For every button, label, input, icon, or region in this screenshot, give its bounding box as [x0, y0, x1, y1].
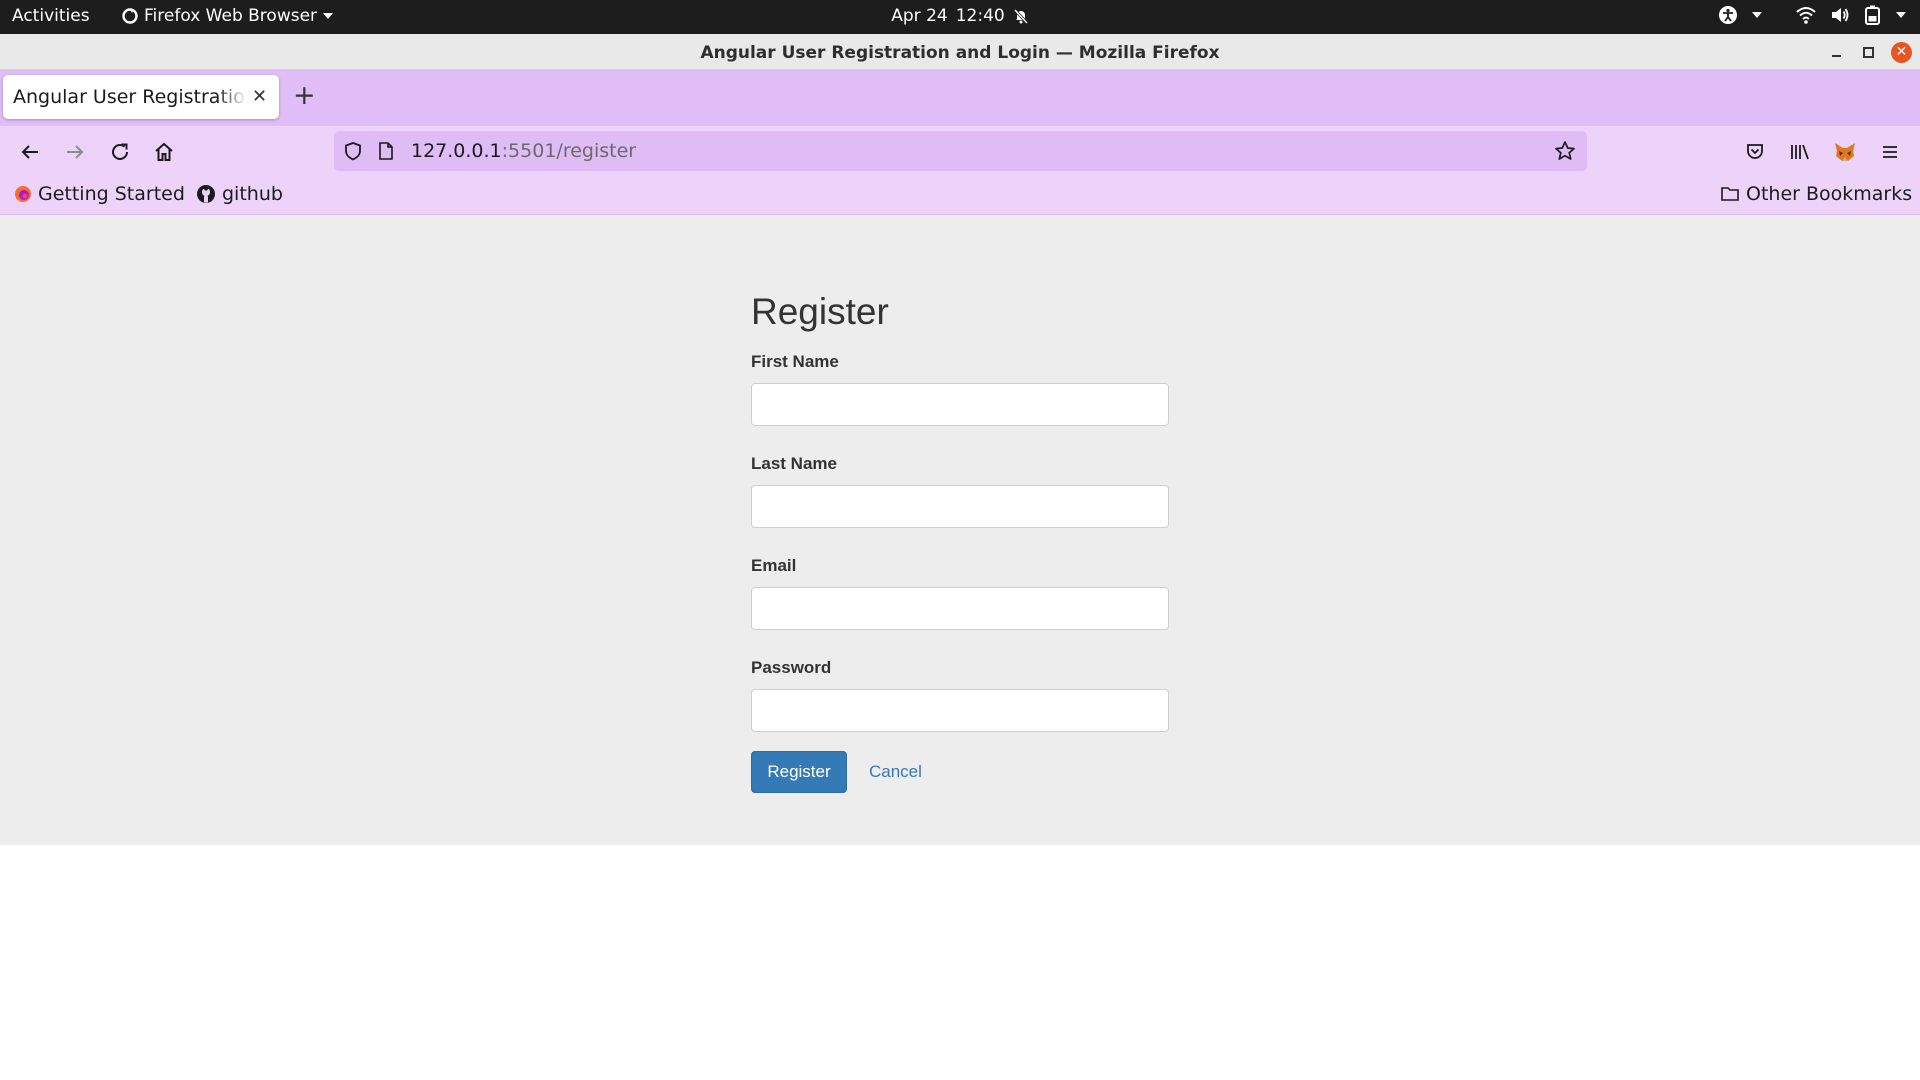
system-top-bar: Activities Firefox Web Browser Apr 24 12… [0, 0, 1920, 34]
navigation-bar: 127.0.0.1:5501/register [0, 126, 1920, 176]
reload-button[interactable] [107, 139, 133, 165]
bookmark-label: Getting Started [38, 183, 185, 205]
page-icon[interactable] [377, 141, 395, 161]
minimize-button[interactable] [1826, 42, 1846, 62]
volume-icon [1832, 8, 1849, 22]
close-icon[interactable]: ✕ [252, 86, 267, 107]
new-tab-button[interactable]: + [293, 82, 316, 109]
last-name-input[interactable] [751, 485, 1169, 528]
shield-icon[interactable] [343, 141, 363, 161]
wifi-icon [1796, 7, 1816, 24]
extension-button[interactable] [1832, 139, 1858, 165]
clock[interactable]: Apr 24 12:40 [0, 6, 1920, 26]
back-button[interactable] [17, 139, 43, 165]
bookmark-label: github [222, 183, 283, 205]
password-label: Password [751, 658, 832, 677]
last-name-label: Last Name [751, 454, 837, 473]
metamask-fox-icon [1835, 143, 1855, 161]
home-icon [155, 142, 173, 161]
email-group: Email [751, 556, 1169, 630]
reload-icon [112, 143, 128, 160]
window-title-bar[interactable]: Angular User Registration and Login — Mo… [0, 34, 1920, 70]
bookmark-getting-started[interactable]: Getting Started [14, 183, 185, 205]
register-form: Register First Name Last Name Email Pass… [751, 293, 1169, 793]
pocket-icon [1747, 144, 1763, 159]
cancel-link[interactable]: Cancel [869, 762, 922, 782]
notifications-off-icon [1013, 8, 1028, 24]
pocket-button[interactable] [1742, 139, 1768, 165]
arrow-left-icon [21, 145, 38, 159]
arrow-right-icon [67, 145, 84, 159]
first-name-label: First Name [751, 352, 839, 371]
url-host: 127.0.0.1 [411, 140, 502, 162]
form-actions: Register Cancel [751, 751, 1169, 793]
other-bookmarks-label: Other Bookmarks [1746, 183, 1913, 205]
hamburger-menu-icon [1883, 146, 1897, 158]
home-button[interactable] [151, 139, 177, 165]
page-title: Register [751, 291, 889, 332]
system-tray[interactable] [1718, 5, 1906, 25]
tab-title: Angular User Registration and Login [13, 86, 247, 108]
page-content: Register First Name Last Name Email Pass… [0, 215, 1920, 845]
tab-strip: Angular User Registration and Login ✕ + [0, 70, 1920, 126]
last-name-group: Last Name [751, 454, 1169, 528]
folder-icon [1721, 187, 1739, 201]
email-label: Email [751, 556, 797, 575]
clock-time: 12:40 [955, 6, 1005, 26]
clock-date: Apr 24 [891, 6, 948, 26]
register-button[interactable]: Register [751, 751, 847, 793]
password-group: Password [751, 658, 1169, 732]
first-name-group: First Name [751, 352, 1169, 426]
password-input[interactable] [751, 689, 1169, 732]
tab-active[interactable]: Angular User Registration and Login ✕ [3, 75, 279, 119]
github-icon [197, 185, 215, 203]
first-name-input[interactable] [751, 383, 1169, 426]
other-bookmarks[interactable]: Other Bookmarks [1720, 183, 1912, 205]
chevron-down-icon[interactable] [1896, 12, 1906, 18]
star-icon[interactable] [1554, 140, 1576, 162]
url-path: :5501/register [501, 140, 637, 162]
bookmark-github[interactable]: github [196, 183, 283, 205]
library-icon [1791, 144, 1809, 160]
url-text[interactable]: 127.0.0.1:5501/register [411, 140, 636, 162]
library-button[interactable] [1787, 139, 1813, 165]
url-bar[interactable]: 127.0.0.1:5501/register [334, 131, 1587, 171]
accessibility-icon[interactable] [1718, 5, 1738, 25]
forward-button[interactable] [62, 139, 88, 165]
close-window-button[interactable]: ✕ [1891, 42, 1912, 63]
email-input[interactable] [751, 587, 1169, 630]
firefox-icon [15, 186, 31, 202]
window-title: Angular User Registration and Login — Mo… [700, 43, 1220, 63]
chevron-down-icon[interactable] [1752, 12, 1762, 18]
bookmarks-toolbar: Getting Started github Other Bookmarks [0, 176, 1920, 215]
battery-icon [1865, 5, 1880, 25]
maximize-button[interactable] [1858, 42, 1878, 62]
menu-button[interactable] [1877, 139, 1903, 165]
